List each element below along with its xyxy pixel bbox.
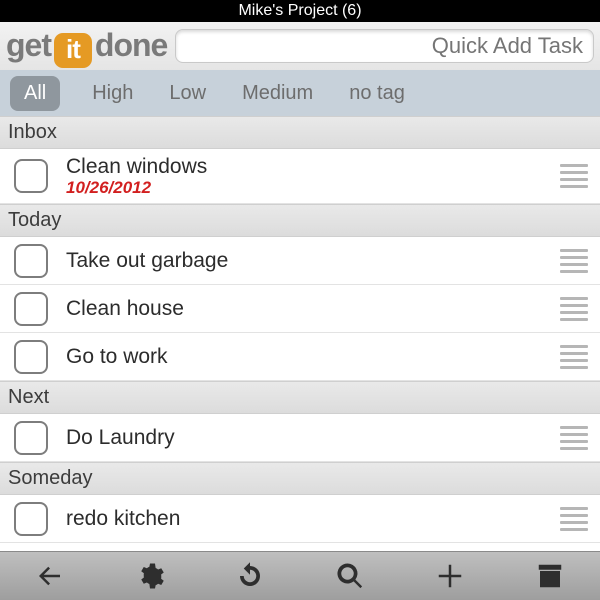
task-title: Clean windows [66,155,558,179]
task-checkbox[interactable] [14,502,48,536]
logo-part-it: it [54,33,92,68]
task-body: Clean house [66,297,558,321]
gear-icon [135,561,165,591]
filter-bar: All High Low Medium no tag [0,70,600,116]
section-header-next: Next [0,381,600,414]
search-icon [335,561,365,591]
drag-handle-icon[interactable] [558,293,590,325]
task-title: Do Laundry [66,426,558,450]
task-body: Take out garbage [66,249,558,273]
task-title: Clean house [66,297,558,321]
task-title: redo kitchen [66,507,558,531]
drag-handle-icon[interactable] [558,245,590,277]
quick-add-input[interactable] [175,29,594,63]
task-body: Go to work [66,345,558,369]
task-list: Inbox Clean windows 10/26/2012 Today Tak… [0,116,600,552]
task-row[interactable]: Clean house [0,285,600,333]
filter-no-tag[interactable]: no tag [345,76,409,111]
archive-button[interactable] [535,561,565,591]
task-checkbox[interactable] [14,421,48,455]
back-button[interactable] [35,561,65,591]
task-title: Go to work [66,345,558,369]
task-row[interactable]: redo kitchen [0,495,600,543]
task-checkbox[interactable] [14,340,48,374]
drag-handle-icon[interactable] [558,422,590,454]
filter-high[interactable]: High [88,76,137,111]
add-button[interactable] [435,561,465,591]
window-title: Mike's Project (6) [238,2,361,19]
task-checkbox[interactable] [14,159,48,193]
app-header: get it done [0,22,600,70]
section-header-inbox: Inbox [0,116,600,149]
plus-icon [435,561,465,591]
section-header-someday: Someday [0,462,600,495]
refresh-button[interactable] [235,561,265,591]
drag-handle-icon[interactable] [558,503,590,535]
logo-part-get: get [6,27,51,64]
task-due-date: 10/26/2012 [66,179,558,197]
settings-button[interactable] [135,561,165,591]
task-checkbox[interactable] [14,244,48,278]
archive-check-icon [535,561,565,591]
app-logo: get it done [6,27,167,66]
section-header-today: Today [0,204,600,237]
filter-low[interactable]: Low [165,76,210,111]
task-row[interactable]: Take out garbage [0,237,600,285]
filter-medium[interactable]: Medium [238,76,317,111]
task-checkbox[interactable] [14,292,48,326]
back-icon [35,561,65,591]
status-bar: Mike's Project (6) [0,0,600,22]
task-body: Do Laundry [66,426,558,450]
filter-all[interactable]: All [10,76,60,111]
drag-handle-icon[interactable] [558,160,590,192]
task-title: Take out garbage [66,249,558,273]
drag-handle-icon[interactable] [558,341,590,373]
search-button[interactable] [335,561,365,591]
task-row[interactable]: Do Laundry [0,414,600,462]
task-row[interactable]: Clean windows 10/26/2012 [0,149,600,204]
bottom-toolbar [0,551,600,600]
refresh-icon [235,561,265,591]
task-body: Clean windows 10/26/2012 [66,155,558,197]
logo-part-done: done [95,27,167,64]
app-frame: { "statusbar": { "title": "Mike's Projec… [0,0,600,600]
task-body: redo kitchen [66,507,558,531]
task-row[interactable]: Go to work [0,333,600,381]
